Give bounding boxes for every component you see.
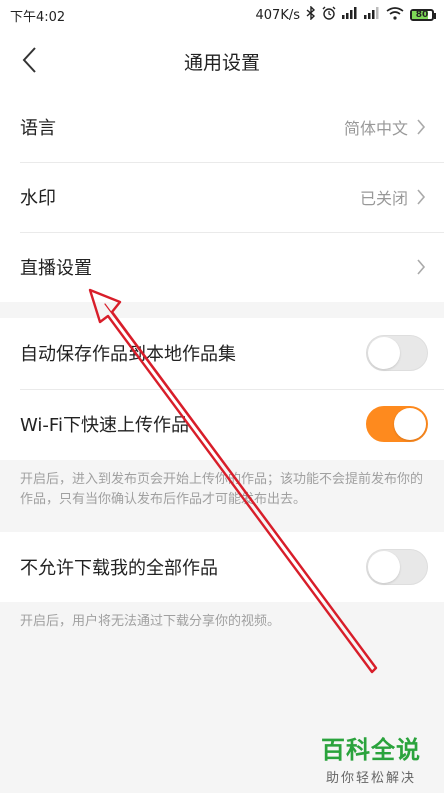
row-label: Wi-Fi下快速上传作品	[20, 415, 189, 436]
settings-row-auto-save[interactable]: 自动保存作品到本地作品集	[0, 318, 444, 388]
row-right	[416, 257, 428, 277]
page-title: 通用设置	[183, 51, 260, 74]
watermark-logo: 百科全说 助你轻松解决	[312, 729, 430, 787]
watermark-sub: 助你轻松解决	[325, 771, 416, 786]
settings-row-language[interactable]: 语言 简体中文	[0, 92, 444, 162]
chevron-right-icon	[416, 117, 428, 137]
row-right: 简体中文	[344, 115, 428, 139]
wifi-upload-note: 开启后，进入到发布页会开始上传你的作品；该功能不会提前发布你的作品，只有当你确认…	[20, 472, 424, 507]
settings-group-upload: 自动保存作品到本地作品集 Wi-Fi下快速上传作品	[0, 318, 444, 460]
auto-save-toggle[interactable]	[366, 335, 428, 371]
settings-row-watermark[interactable]: 水印 已关闭	[0, 162, 444, 232]
header: 通用设置	[0, 30, 444, 92]
disallow-download-toggle[interactable]	[366, 549, 428, 585]
status-icons: 407K/s 80	[255, 5, 436, 24]
signal-icon-2	[364, 7, 380, 23]
toggle-knob	[368, 337, 400, 369]
chevron-left-icon	[22, 47, 36, 73]
settings-group-download: 不允许下载我的全部作品	[0, 532, 444, 602]
signal-icon	[342, 7, 358, 23]
row-right: 已关闭	[360, 185, 428, 209]
download-note: 开启后，用户将无法通过下载分享你的视频。	[20, 614, 281, 629]
network-speed: 407K/s	[255, 7, 301, 23]
settings-row-wifi-upload[interactable]: Wi-Fi下快速上传作品	[0, 389, 444, 459]
row-label: 自动保存作品到本地作品集	[20, 344, 236, 365]
wifi-icon	[386, 6, 404, 24]
watermark-main: 百科全说	[321, 736, 421, 764]
toggle-knob	[394, 408, 426, 440]
chevron-right-icon	[416, 257, 428, 277]
status-bar: 下午4:02 407K/s 80	[0, 0, 444, 30]
settings-group-basic: 语言 简体中文 水印 已关闭 直播设置	[0, 92, 444, 302]
row-label: 直播设置	[20, 258, 92, 279]
toggle-knob	[368, 551, 400, 583]
status-time: 下午4:02	[10, 9, 66, 25]
battery-indicator: 80	[410, 9, 436, 21]
row-label: 不允许下载我的全部作品	[20, 558, 218, 579]
back-button[interactable]	[14, 45, 44, 75]
row-label: 语言	[20, 118, 56, 139]
row-value: 已关闭	[359, 189, 408, 208]
settings-row-live[interactable]: 直播设置	[0, 232, 444, 302]
battery-text: 80	[415, 10, 429, 20]
row-value: 简体中文	[343, 119, 408, 138]
alarm-icon	[322, 6, 336, 24]
bluetooth-icon	[306, 5, 316, 24]
chevron-right-icon	[416, 187, 428, 207]
row-label: 水印	[20, 188, 56, 209]
settings-row-disallow-download[interactable]: 不允许下载我的全部作品	[0, 532, 444, 602]
wifi-upload-toggle[interactable]	[366, 406, 428, 442]
